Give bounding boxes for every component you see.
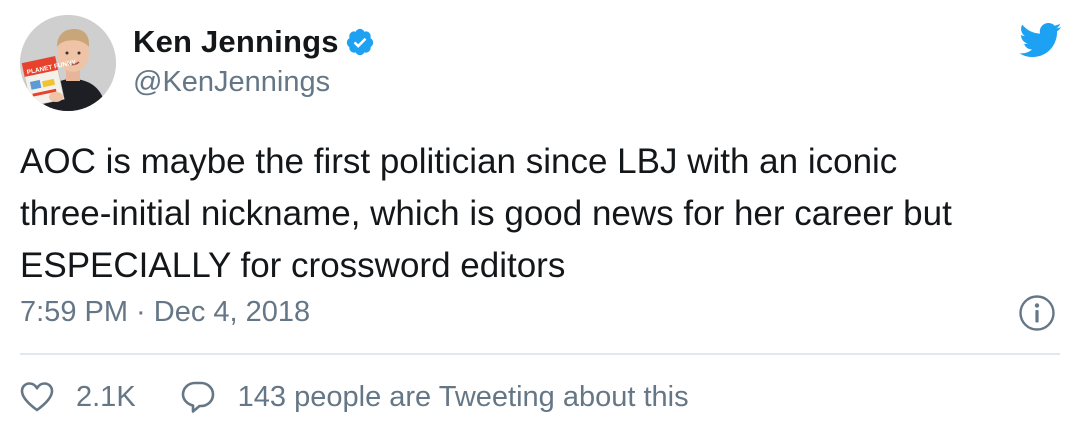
like-button[interactable]: 2.1K xyxy=(20,381,136,414)
tweet-text: AOC is maybe the first politician since … xyxy=(20,142,952,285)
divider xyxy=(20,353,1060,355)
avatar[interactable]: PLANET FUNNY xyxy=(20,15,116,111)
author-name-row[interactable]: Ken Jennings xyxy=(133,22,375,62)
author-handle[interactable]: @KenJennings xyxy=(133,66,330,99)
info-icon[interactable] xyxy=(1018,294,1056,332)
speech-bubble-icon xyxy=(180,380,216,414)
tweeting-about-link[interactable]: 143 people are Tweeting about this xyxy=(180,380,689,414)
tweet-card: PLANET FUNNY Ken Jennings @KenJennings A… xyxy=(0,0,1080,428)
tweeting-about-text: 143 people are Tweeting about this xyxy=(237,380,689,413)
twitter-bird-icon[interactable] xyxy=(1018,18,1062,62)
avatar-image: PLANET FUNNY xyxy=(20,15,116,111)
like-count: 2.1K xyxy=(76,380,136,413)
verified-badge-icon xyxy=(345,27,375,57)
tweet-actions: 2.1K 143 people are Tweeting about this xyxy=(20,374,689,420)
tweet-timestamp[interactable]: 7:59 PM · Dec 4, 2018 xyxy=(20,296,310,329)
author-display-name[interactable]: Ken Jennings xyxy=(133,24,339,60)
heart-icon xyxy=(20,381,54,413)
